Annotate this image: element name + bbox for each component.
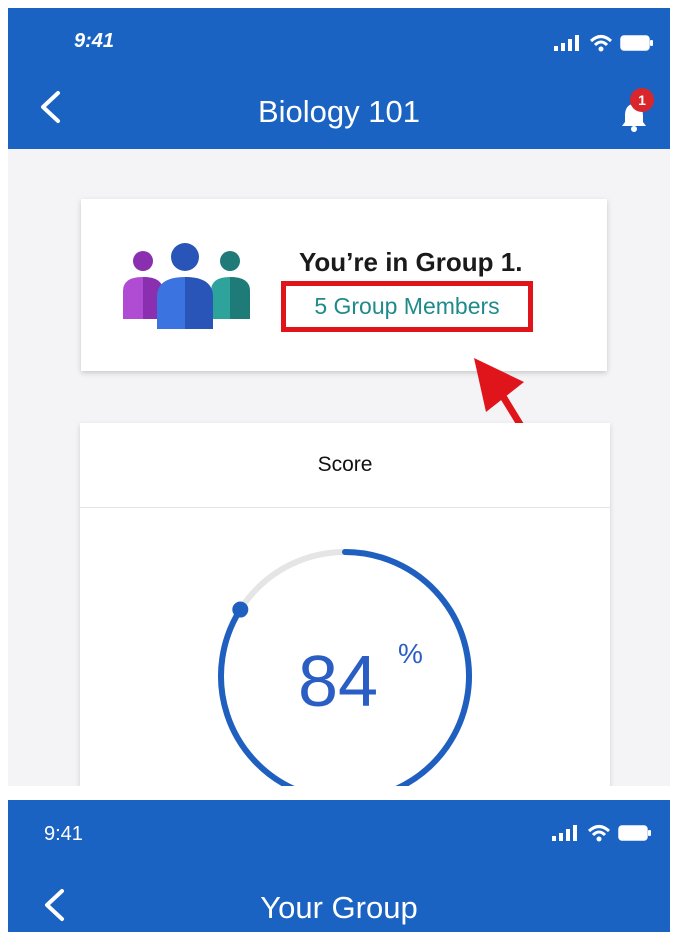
battery-icon [618,825,651,841]
score-percent-sign: % [398,638,423,669]
biology-screen: 9:41 Biology 101 1 You’re in Group 1. 5 … [8,8,670,786]
signal-icon [554,35,579,51]
header-bar: 9:41 Biology 101 1 [8,8,670,149]
notification-bell-icon[interactable]: 1 [620,88,654,137]
status-icons-2 [552,824,652,842]
page-title-2: Your Group [260,890,418,925]
wifi-icon [587,825,611,842]
status-time: 9:41 [74,30,115,52]
notification-badge: 1 [630,88,654,112]
your-group-screen: 9:41 Your Group [8,800,670,932]
status-time-2: 9:41 [44,823,83,845]
header-bar-2: 9:41 Your Group [8,800,670,932]
score-label: Score [80,423,610,508]
battery-icon [620,35,653,51]
group-people-icon [123,243,250,329]
score-progress-dot [232,601,249,618]
group-title: You’re in Group 1. [299,247,523,277]
score-value: 84 [298,642,379,722]
score-card: Score 84 % [80,423,610,786]
page-title: Biology 101 [257,94,420,129]
status-icons [554,34,654,52]
group-members-link[interactable]: 5 Group Members [281,281,533,332]
wifi-icon [589,35,613,52]
signal-icon [552,825,577,841]
